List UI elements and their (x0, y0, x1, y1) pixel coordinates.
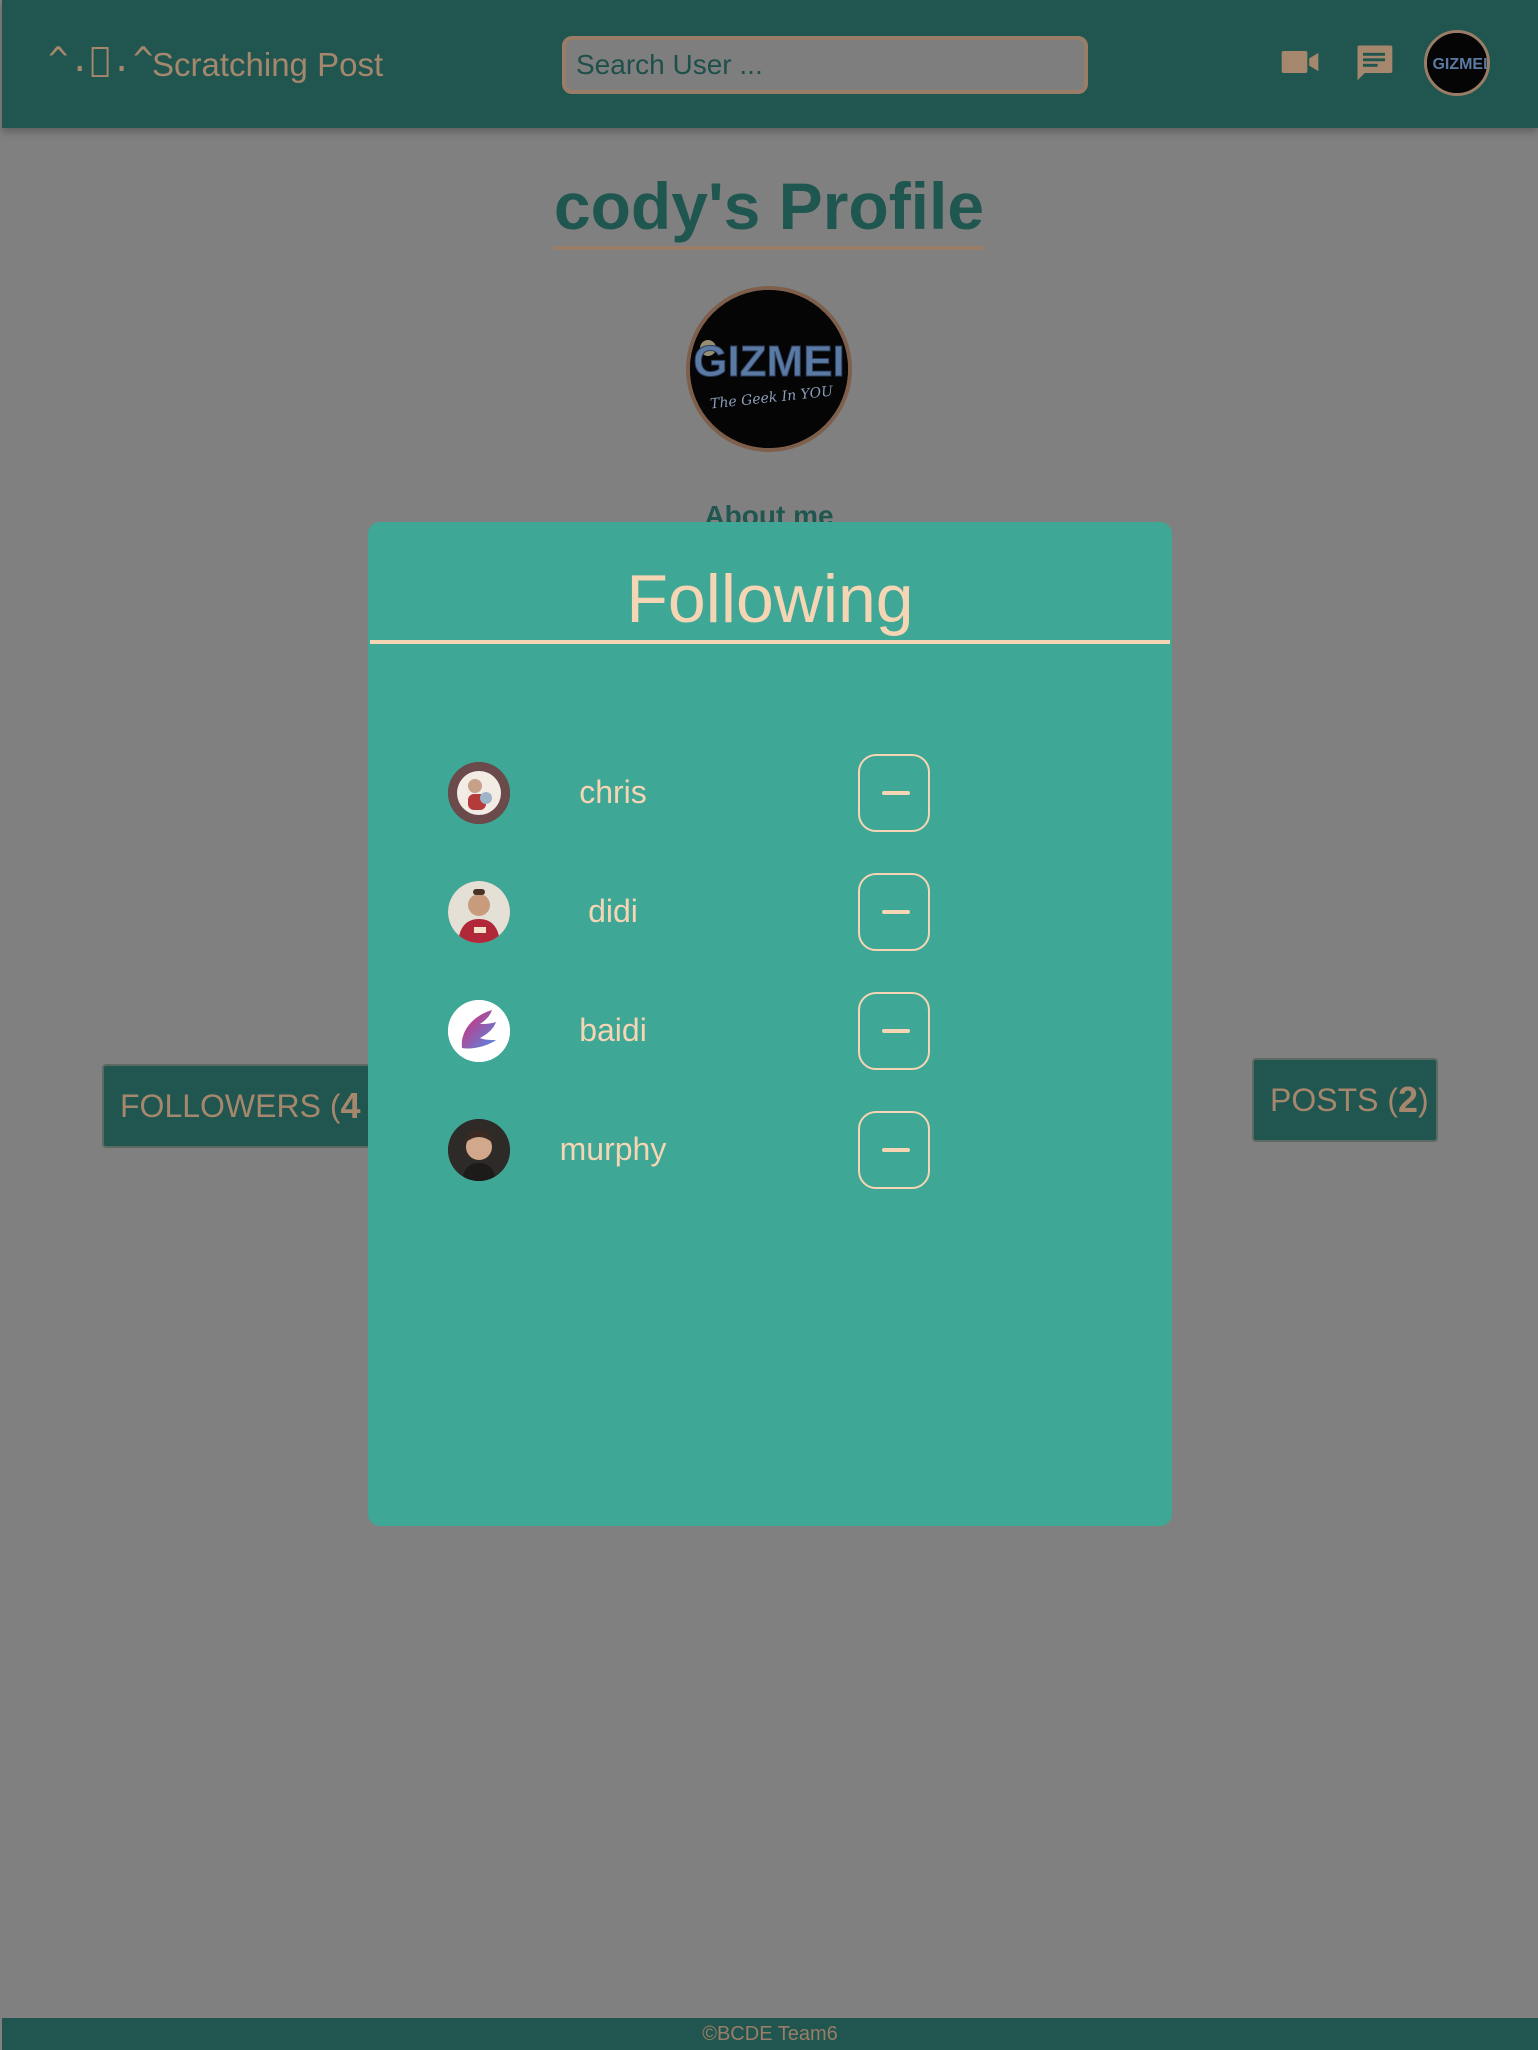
user-avatar[interactable] (448, 881, 510, 943)
user-avatar[interactable] (448, 762, 510, 824)
wing-logo-icon (448, 1000, 510, 1062)
person-photo-icon (448, 762, 510, 824)
minus-icon (882, 1029, 910, 1033)
profile-avatar: GIZMEI The Geek In YOU (686, 286, 852, 452)
minus-icon (882, 791, 910, 795)
search-input[interactable] (562, 36, 1088, 94)
gizmei-logo-icon: GIZMEI The Geek In YOU (690, 290, 848, 448)
modal-title: Following (626, 561, 914, 637)
following-modal: Following chris didi baidi murphy (368, 522, 1172, 1526)
video-camera-icon[interactable] (1278, 40, 1322, 84)
user-avatar[interactable] (448, 1119, 510, 1181)
navbar: ^.ﾟ.^ Scratching Post GIZMEI (2, 0, 1538, 128)
unfollow-button[interactable] (858, 873, 930, 951)
page: ^.ﾟ.^ Scratching Post GIZMEI cody's Prof… (0, 0, 1538, 2050)
avatar-text: GIZMEI (1432, 56, 1487, 73)
posts-button[interactable]: POSTS (2) (1252, 1058, 1438, 1142)
profile-title: cody's Profile (553, 168, 985, 250)
chat-icon[interactable] (1352, 40, 1396, 84)
following-row: chris (448, 754, 1048, 834)
person-photo-icon (448, 1119, 510, 1181)
posts-count: 2 (1398, 1079, 1419, 1120)
profile-title-wrap: cody's Profile (0, 168, 1538, 250)
unfollow-button[interactable] (858, 1111, 930, 1189)
person-photo-icon (448, 881, 510, 943)
following-row: baidi (448, 992, 1048, 1072)
following-username[interactable]: chris (528, 774, 698, 811)
user-avatar[interactable]: GIZMEI (1424, 30, 1490, 96)
unfollow-button[interactable] (858, 992, 930, 1070)
minus-icon (882, 910, 910, 914)
followers-button[interactable]: FOLLOWERS (4 (102, 1064, 402, 1148)
footer: ©BCDE Team6 (2, 2018, 1538, 2050)
following-username[interactable]: baidi (528, 1012, 698, 1049)
user-avatar[interactable] (448, 1000, 510, 1062)
following-username[interactable]: murphy (528, 1131, 698, 1168)
minus-icon (882, 1148, 910, 1152)
following-username[interactable]: didi (528, 893, 698, 930)
gizmei-logo-icon: GIZMEI (1427, 33, 1487, 93)
unfollow-button[interactable] (858, 754, 930, 832)
brand-logo[interactable]: ^.ﾟ.^ (48, 40, 154, 80)
following-row: murphy (448, 1111, 1048, 1191)
profile-avatar-text: GIZMEI (693, 337, 845, 386)
following-row: didi (448, 873, 1048, 953)
modal-divider (370, 640, 1170, 644)
posts-close: ) (1418, 1081, 1429, 1118)
brand-name[interactable]: Scratching Post (152, 46, 383, 84)
followers-count: 4 (340, 1085, 361, 1126)
posts-label: POSTS ( (1270, 1081, 1399, 1118)
followers-label: FOLLOWERS ( (120, 1087, 341, 1124)
